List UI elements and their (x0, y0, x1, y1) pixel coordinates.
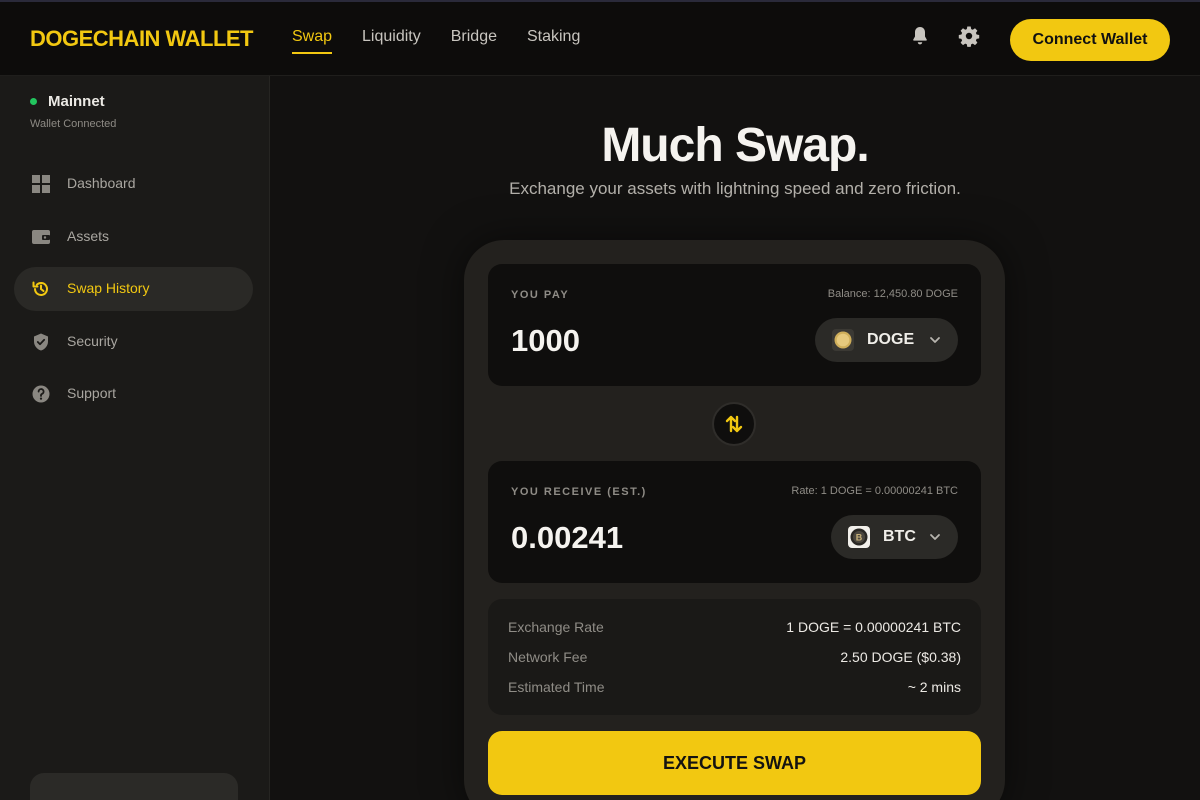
network-name: Mainnet (48, 93, 105, 110)
detail-key: Estimated Time (508, 679, 605, 695)
nav-staking[interactable]: Staking (527, 28, 580, 54)
sidebar-item-label: Swap History (67, 280, 150, 296)
sidebar-item-label: Dashboard (67, 175, 136, 191)
history-icon (32, 281, 48, 296)
gear-icon[interactable] (957, 24, 981, 48)
sidebar: Mainnet Wallet Connected Dashboard Asset… (0, 76, 270, 800)
pay-amount-input[interactable] (511, 323, 761, 359)
sidebar-item-label: Assets (67, 228, 110, 244)
page-title: Much Swap. (601, 119, 869, 172)
sidebar-item-security[interactable]: Security (14, 320, 253, 364)
receive-token-selector[interactable]: B BTC (831, 515, 958, 559)
detail-value: 1 DOGE = 0.00000241 BTC (786, 619, 961, 635)
swap-card: YOU PAY Balance: 12,450.80 DOGE DOGE YOU… (464, 240, 1005, 800)
dashboard-grid-icon (32, 175, 50, 193)
buy-crypto-button[interactable]: Buy Crypto (30, 773, 238, 800)
detail-value: 2.50 DOGE ($0.38) (840, 649, 961, 665)
top-navigation-bar: DOGECHAIN WALLET Swap Liquidity Bridge S… (0, 0, 1200, 76)
bell-icon[interactable] (908, 24, 932, 48)
execute-swap-button[interactable]: EXECUTE SWAP (488, 731, 981, 795)
receive-token-name: BTC (883, 528, 916, 545)
sidebar-item-dashboard[interactable]: Dashboard (14, 162, 253, 206)
balance-text: Balance: 12,450.80 DOGE (827, 288, 958, 300)
nav-bridge[interactable]: Bridge (451, 28, 497, 54)
main-nav: Swap Liquidity Bridge Staking (292, 28, 580, 54)
swap-details: Exchange Rate 1 DOGE = 0.00000241 BTC Ne… (488, 599, 981, 715)
doge-coin-icon (832, 329, 854, 351)
sidebar-item-support[interactable]: Support (14, 372, 253, 416)
detail-row-exchange-rate: Exchange Rate 1 DOGE = 0.00000241 BTC (508, 619, 961, 637)
btc-coin-icon: B (848, 526, 870, 548)
detail-row-estimated-time: Estimated Time ~ 2 mins (508, 679, 961, 697)
rate-text: Rate: 1 DOGE = 0.00000241 BTC (791, 485, 958, 497)
brand-logo-text[interactable]: DOGECHAIN WALLET (30, 26, 254, 52)
shield-icon (34, 333, 48, 351)
pay-label: YOU PAY (511, 289, 570, 301)
chevron-down-icon (930, 534, 940, 540)
pay-panel: YOU PAY Balance: 12,450.80 DOGE DOGE (488, 264, 981, 386)
svg-text:B: B (856, 533, 863, 543)
nav-liquidity[interactable]: Liquidity (362, 28, 421, 54)
sidebar-item-swap-history[interactable]: Swap History (14, 267, 253, 311)
detail-key: Exchange Rate (508, 619, 604, 635)
receive-amount-output[interactable] (511, 520, 761, 556)
swap-direction-button[interactable] (712, 402, 756, 446)
detail-key: Network Fee (508, 649, 588, 665)
sidebar-item-assets[interactable]: Assets (14, 215, 253, 259)
connect-wallet-button[interactable]: Connect Wallet (1010, 19, 1170, 61)
wallet-icon (32, 230, 50, 244)
page-subtitle: Exchange your assets with lightning spee… (509, 179, 961, 198)
receive-label: YOU RECEIVE (EST.) (511, 486, 647, 498)
wallet-status: Wallet Connected (30, 118, 117, 130)
chevron-down-icon (930, 337, 940, 343)
detail-value: ~ 2 mins (907, 679, 961, 695)
detail-row-network-fee: Network Fee 2.50 DOGE ($0.38) (508, 649, 961, 667)
sidebar-item-label: Support (67, 385, 117, 401)
network-status-dot (30, 98, 37, 105)
sidebar-item-label: Security (67, 333, 118, 349)
pay-token-selector[interactable]: DOGE (815, 318, 958, 362)
receive-panel: YOU RECEIVE (EST.) Rate: 1 DOGE = 0.0000… (488, 461, 981, 583)
nav-swap[interactable]: Swap (292, 28, 333, 54)
pay-token-name: DOGE (867, 331, 915, 348)
swap-arrows-icon (725, 415, 743, 433)
help-icon (32, 385, 50, 403)
